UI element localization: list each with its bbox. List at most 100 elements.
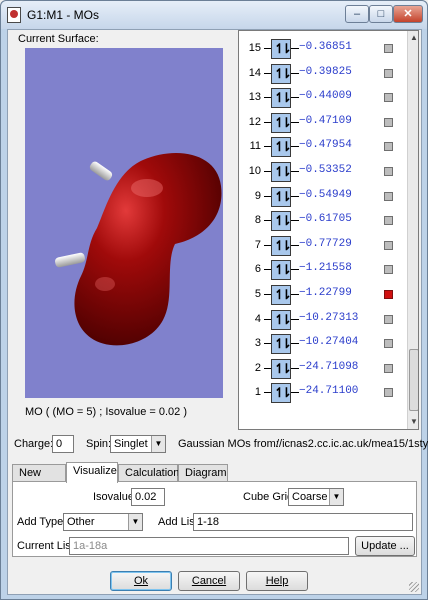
mo-row[interactable]: 8 ↿ ⇂ −0.61705 [239, 209, 407, 233]
spin-down-icon: ⇂ [281, 262, 292, 278]
mo-row[interactable]: 9 ↿ ⇂ −0.54949 [239, 185, 407, 209]
mo-level-line [264, 392, 271, 394]
mo-list-panel[interactable]: 15 ↿ ⇂ −0.36851 14 ↿ ⇂ −0.39825 13 ↿ ⇂ −0.44009 12 ↿ ⇂… [238, 30, 419, 430]
occupancy-box[interactable]: ↿ ⇂ [271, 39, 292, 59]
chevron-down-icon[interactable]: ▼ [151, 436, 165, 452]
mo-number: 5 [254, 288, 261, 300]
spin-down-icon: ⇂ [281, 139, 292, 155]
scroll-up-arrow[interactable]: ▲ [408, 31, 418, 45]
occupancy-box[interactable]: ↿ ⇂ [271, 137, 292, 158]
cube-grid-value: Coarse [292, 491, 328, 503]
resize-grip[interactable] [409, 582, 419, 592]
mo-visible-checkbox[interactable] [384, 117, 393, 127]
mo-number: 15 [248, 42, 261, 54]
mo-row[interactable]: 1 ↿ ⇂ −24.71100 [239, 381, 407, 405]
mo-visible-checkbox[interactable] [384, 142, 393, 152]
tab-new-mos[interactable]: New MOs [12, 464, 66, 492]
mo-level-line [291, 294, 299, 295]
title-bar[interactable]: G1:M1 - MOs – □ ✕ [1, 1, 427, 29]
mo-row[interactable]: 6 ↿ ⇂ −1.21558 [239, 258, 407, 282]
maximize-button[interactable]: □ [369, 5, 393, 23]
occupancy-box[interactable]: ↿ ⇂ [271, 63, 292, 84]
mo-number: 13 [248, 91, 261, 104]
mo-row[interactable]: 10 ↿ ⇂ −0.53352 [239, 160, 407, 184]
occupancy-box[interactable]: ↿ ⇂ [271, 112, 292, 133]
add-type-select[interactable]: Other ▼ [63, 513, 143, 531]
chevron-down-icon[interactable]: ▼ [329, 489, 343, 505]
minimize-button[interactable]: – [345, 5, 369, 23]
mo-level-line [291, 171, 299, 172]
mo-visible-checkbox[interactable] [384, 191, 393, 201]
occupancy-box[interactable]: ↿ ⇂ [271, 260, 292, 281]
mo-visible-checkbox[interactable] [384, 314, 393, 324]
close-button[interactable]: ✕ [393, 5, 423, 23]
occupancy-box[interactable]: ↿ ⇂ [271, 358, 292, 379]
mo-visible-checkbox[interactable] [384, 167, 393, 176]
cancel-button-label: Cancel [191, 575, 227, 587]
mo-visible-checkbox[interactable] [384, 240, 393, 250]
mo-level-line [291, 269, 299, 271]
spin-down-icon: ⇂ [281, 311, 292, 327]
mo-row[interactable]: 4 ↿ ⇂ −10.27313 [239, 308, 407, 332]
mo-list-scrollbar[interactable]: ▲ ▼ [407, 31, 418, 429]
mo-visible-checkbox[interactable] [384, 388, 393, 398]
occupancy-box[interactable]: ↿ ⇂ [271, 383, 292, 404]
mo-row[interactable]: 13 ↿ ⇂ −0.44009 [239, 86, 407, 110]
occupancy-box[interactable]: ↿ ⇂ [271, 88, 292, 109]
mo-number: 3 [254, 337, 261, 350]
mo-visible-checkbox[interactable] [384, 290, 393, 299]
mo-row[interactable]: 12 ↿ ⇂ −0.47109 [239, 111, 407, 135]
mo-number: 14 [248, 66, 261, 79]
occupancy-box[interactable]: ↿ ⇂ [271, 334, 292, 355]
surface-viewport[interactable] [25, 48, 223, 398]
mo-row[interactable]: 14 ↿ ⇂ −0.39825 [239, 62, 407, 86]
charge-field[interactable]: 0 [52, 435, 74, 453]
occupancy-box[interactable]: ↿ ⇂ [271, 162, 292, 182]
cancel-button[interactable]: Cancel [178, 571, 240, 591]
mo-row[interactable]: 2 ↿ ⇂ −24.71098 [239, 357, 407, 381]
charge-label: Charge: [14, 438, 54, 450]
mo-level-line [291, 195, 299, 197]
mo-row[interactable]: 15 ↿ ⇂ −0.36851 [239, 37, 407, 61]
mo-visible-checkbox[interactable] [384, 68, 393, 78]
help-button-label: Help [265, 575, 289, 587]
mo-visible-checkbox[interactable] [384, 339, 393, 349]
mo-visible-checkbox[interactable] [384, 265, 393, 275]
mo-row[interactable]: 7 ↿ ⇂ −0.77729 [239, 234, 407, 258]
occupancy-box[interactable]: ↿ ⇂ [271, 186, 292, 207]
mo-row[interactable]: 3 ↿ ⇂ −10.27404 [239, 332, 407, 356]
mo-number: 2 [254, 361, 261, 374]
mo-energy: −0.47954 [299, 139, 352, 152]
update-button[interactable]: Update ... [355, 536, 415, 556]
occupancy-box[interactable]: ↿ ⇂ [271, 211, 292, 232]
occupancy-box[interactable]: ↿ ⇂ [271, 285, 292, 305]
occupancy-box[interactable]: ↿ ⇂ [271, 235, 292, 256]
ok-button[interactable]: Ok [110, 571, 172, 591]
mo-window: G1:M1 - MOs – □ ✕ Current Surface: MO (… [0, 0, 428, 600]
mo-visible-checkbox[interactable] [384, 363, 393, 373]
occupancy-box[interactable]: ↿ ⇂ [271, 309, 292, 330]
isovalue-field[interactable]: 0.02 [131, 488, 165, 506]
mo-level-line [264, 146, 271, 148]
scroll-thumb[interactable] [409, 349, 418, 411]
mo-visible-checkbox[interactable] [384, 44, 393, 53]
tab-diagram[interactable]: Diagram [178, 464, 228, 482]
mo-energy: −1.21558 [299, 262, 352, 275]
add-list-field[interactable]: 1-18 [193, 513, 413, 531]
tab-visualize[interactable]: Visualize [66, 462, 118, 483]
add-type-value: Other [67, 516, 95, 528]
chevron-down-icon[interactable]: ▼ [128, 514, 142, 530]
spin-down-icon: ⇂ [281, 385, 292, 401]
mo-level-line [264, 97, 271, 99]
help-button[interactable]: Help [246, 571, 308, 591]
spin-select[interactable]: Singlet ▼ [110, 435, 166, 453]
scroll-down-arrow[interactable]: ▼ [408, 415, 418, 429]
mo-number: 4 [254, 312, 261, 325]
mo-visible-checkbox[interactable] [384, 93, 393, 103]
mo-row[interactable]: 11 ↿ ⇂ −0.47954 [239, 135, 407, 159]
source-label: Gaussian MOs from: [178, 438, 279, 450]
mo-visible-checkbox[interactable] [384, 216, 393, 226]
cube-grid-select[interactable]: Coarse ▼ [288, 488, 344, 506]
mo-row[interactable]: 5 ↿ ⇂ −1.22799 [239, 283, 407, 307]
tab-calculation[interactable]: Calculation [118, 464, 179, 482]
